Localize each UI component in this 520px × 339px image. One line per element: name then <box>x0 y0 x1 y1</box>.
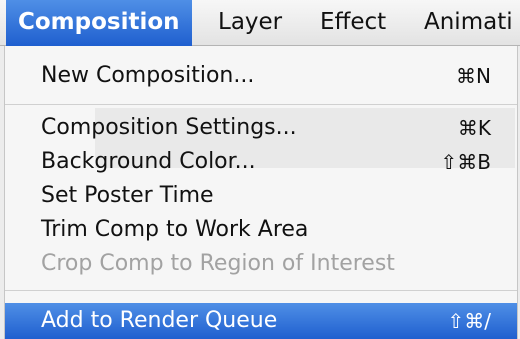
menu-item-composition-settings[interactable]: Composition Settings... ⌘K <box>5 110 517 146</box>
menu-item-shortcut: ⌘N <box>456 64 491 88</box>
menu-item-label: Add to Render Queue <box>41 308 278 333</box>
menu-item-label: New Composition... <box>41 63 255 88</box>
menu-item-label: Crop Comp to Region of Interest <box>41 251 395 276</box>
menu-separator <box>5 290 517 291</box>
menu-item-set-poster-time[interactable]: Set Poster Time <box>5 178 517 214</box>
menu-bar: Composition Layer Effect Animati <box>0 0 520 46</box>
menu-item-label: Background Color... <box>41 149 256 174</box>
menu-item-shortcut: ⇧⌘B <box>440 150 491 174</box>
menu-animation[interactable]: Animati <box>424 0 513 46</box>
menu-separator <box>5 104 517 105</box>
menu-effect[interactable]: Effect <box>320 0 386 46</box>
menu-item-label: Set Poster Time <box>41 183 214 208</box>
menu-item-shortcut: ⇧⌘/ <box>447 309 492 333</box>
menu-item-add-to-render-queue[interactable]: Add to Render Queue ⇧⌘/ <box>5 303 517 339</box>
menu-composition[interactable]: Composition <box>6 0 192 46</box>
menu-item-shortcut: ⌘K <box>457 116 491 140</box>
menu-item-new-composition[interactable]: New Composition... ⌘N <box>5 58 517 94</box>
composition-dropdown-menu: New Composition... ⌘N Composition Settin… <box>4 46 518 339</box>
menu-item-label: Composition Settings... <box>41 115 297 140</box>
menu-item-label: Trim Comp to Work Area <box>41 217 309 242</box>
menu-item-background-color[interactable]: Background Color... ⇧⌘B <box>5 144 517 180</box>
menu-item-crop-comp: Crop Comp to Region of Interest <box>5 246 517 282</box>
menu-item-trim-comp[interactable]: Trim Comp to Work Area <box>5 212 517 248</box>
menu-layer[interactable]: Layer <box>218 0 282 46</box>
